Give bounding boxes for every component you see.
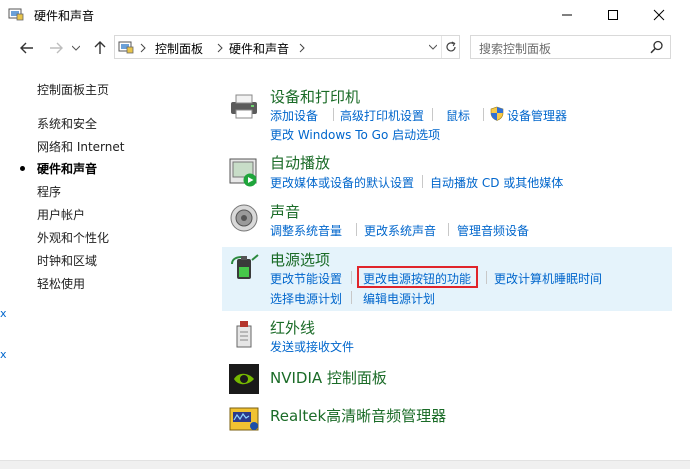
close-button[interactable] [636,0,682,30]
close-icon [653,9,665,21]
search-icon[interactable] [650,40,664,54]
separator [483,108,484,121]
link-device-manager[interactable]: 设备管理器 [507,107,567,124]
minimize-icon [562,14,572,16]
refresh-button[interactable] [441,36,459,58]
sidebar-item-system-security[interactable]: 系统和安全 [37,115,97,132]
window-title: 硬件和声音 [34,9,95,23]
arrow-up-icon [94,41,106,54]
navigation-bar: 控制面板 硬件和声音 搜索控制面板 [0,30,690,64]
maximize-icon [608,10,618,20]
breadcrumb-hardware-sound[interactable]: 硬件和声音 [229,40,289,57]
breadcrumb-chevron-icon[interactable] [139,42,149,54]
printer-icon [231,94,257,119]
category-title[interactable]: 设备和打印机 [270,86,360,107]
category-autoplay: 自动播放 更改媒体或设备的默认设置 自动播放 CD 或其他媒体 [222,150,672,195]
link-change-system-sounds[interactable]: 更改系统声音 [364,222,436,239]
category-infrared: 红外线 发送或接收文件 [222,315,672,357]
breadcrumb-control-panel[interactable]: 控制面板 [155,40,203,57]
shield-icon [490,106,504,121]
link-change-sleep-time[interactable]: 更改计算机睡眠时间 [494,270,602,287]
address-bar[interactable]: 控制面板 硬件和声音 [114,35,460,59]
separator [448,223,449,236]
chevron-down-icon [429,44,437,50]
window-bottom-edge [0,460,690,469]
link-send-receive-files[interactable]: 发送或接收文件 [270,338,354,355]
category-title[interactable]: 自动播放 [270,152,330,173]
link-windows-to-go[interactable]: 更改 Windows To Go 启动选项 [270,126,440,143]
link-mouse[interactable]: 鼠标 [446,107,470,124]
sidebar-item-clock-region[interactable]: 时钟和区域 [37,252,97,269]
link-change-default-settings[interactable]: 更改媒体或设备的默认设置 [270,174,414,191]
sidebar-item-hardware-sound[interactable]: 硬件和声音 [37,160,97,177]
refresh-icon [445,41,456,52]
separator [356,223,357,236]
highlight-box [357,266,478,288]
infrared-icon [236,321,252,348]
link-add-device[interactable]: 添加设备 [270,107,318,124]
chevron-down-icon [72,45,80,51]
category-realtek: Realtek高清晰音频管理器 [222,402,672,436]
separator [422,175,423,188]
separator [486,271,487,284]
arrow-left-icon [20,42,33,54]
control-panel-icon [118,41,134,54]
sidebar-item-home[interactable]: 控制面板主页 [37,81,109,98]
nvidia-icon [229,364,259,394]
clipped-text: x [0,307,7,320]
category-nvidia: NVIDIA 控制面板 [222,362,672,396]
address-dropdown-button[interactable] [426,36,440,58]
link-autoplay-cd[interactable]: 自动播放 CD 或其他媒体 [430,174,563,191]
link-adjust-volume[interactable]: 调整系统音量 [270,222,342,239]
separator [351,291,352,304]
active-bullet-icon [20,166,25,171]
control-panel-app-icon [8,8,24,21]
category-sound: 声音 调整系统音量 更改系统声音 管理音频设备 [222,199,672,243]
sidebar-item-network[interactable]: 网络和 Internet [37,138,124,155]
sidebar-item-programs[interactable]: 程序 [37,183,61,200]
category-power-options: 电源选项 更改节能设置 更改电源按钮的功能 更改计算机睡眠时间 选择电源计划 编… [222,247,672,311]
sidebar-item-user-accounts[interactable]: 用户帐户 [37,206,85,223]
breadcrumb-chevron-icon[interactable] [216,42,226,54]
link-advanced-printer-setup[interactable]: 高级打印机设置 [340,107,424,124]
battery-icon [231,254,259,279]
forward-button[interactable] [46,38,66,58]
sidebar-item-appearance[interactable]: 外观和个性化 [37,229,109,246]
realtek-icon [229,407,259,431]
link-manage-audio-devices[interactable]: 管理音频设备 [457,222,529,239]
title-bar: 硬件和声音 [0,0,690,30]
category-title[interactable]: NVIDIA 控制面板 [270,367,387,388]
category-title[interactable]: Realtek高清晰音频管理器 [270,405,446,426]
sidebar-item-ease-of-access[interactable]: 轻松使用 [37,275,85,292]
category-title[interactable]: 电源选项 [270,249,330,270]
separator [432,108,433,121]
breadcrumb-chevron-icon[interactable] [298,42,308,54]
link-change-power-saving[interactable]: 更改节能设置 [270,270,342,287]
category-title[interactable]: 红外线 [270,317,315,338]
maximize-button[interactable] [590,0,636,30]
clipped-text: x [0,348,7,361]
arrow-right-icon [50,42,63,54]
category-devices-printers: 设备和打印机 添加设备 高级打印机设置 鼠标 设备管理器 更改 Windows … [222,84,672,144]
back-button[interactable] [17,38,37,58]
background-window-edge: x x [0,64,8,469]
recent-locations-button[interactable] [70,38,82,58]
separator [333,108,334,121]
search-placeholder: 搜索控制面板 [479,42,552,56]
category-title[interactable]: 声音 [270,201,300,222]
search-box[interactable]: 搜索控制面板 [470,35,671,59]
link-choose-power-plan[interactable]: 选择电源计划 [270,290,342,307]
link-edit-power-plan[interactable]: 编辑电源计划 [363,290,435,307]
minimize-button[interactable] [544,0,590,30]
speaker-icon [230,204,258,232]
autoplay-icon [229,158,257,187]
separator [351,271,352,284]
up-button[interactable] [90,38,110,58]
